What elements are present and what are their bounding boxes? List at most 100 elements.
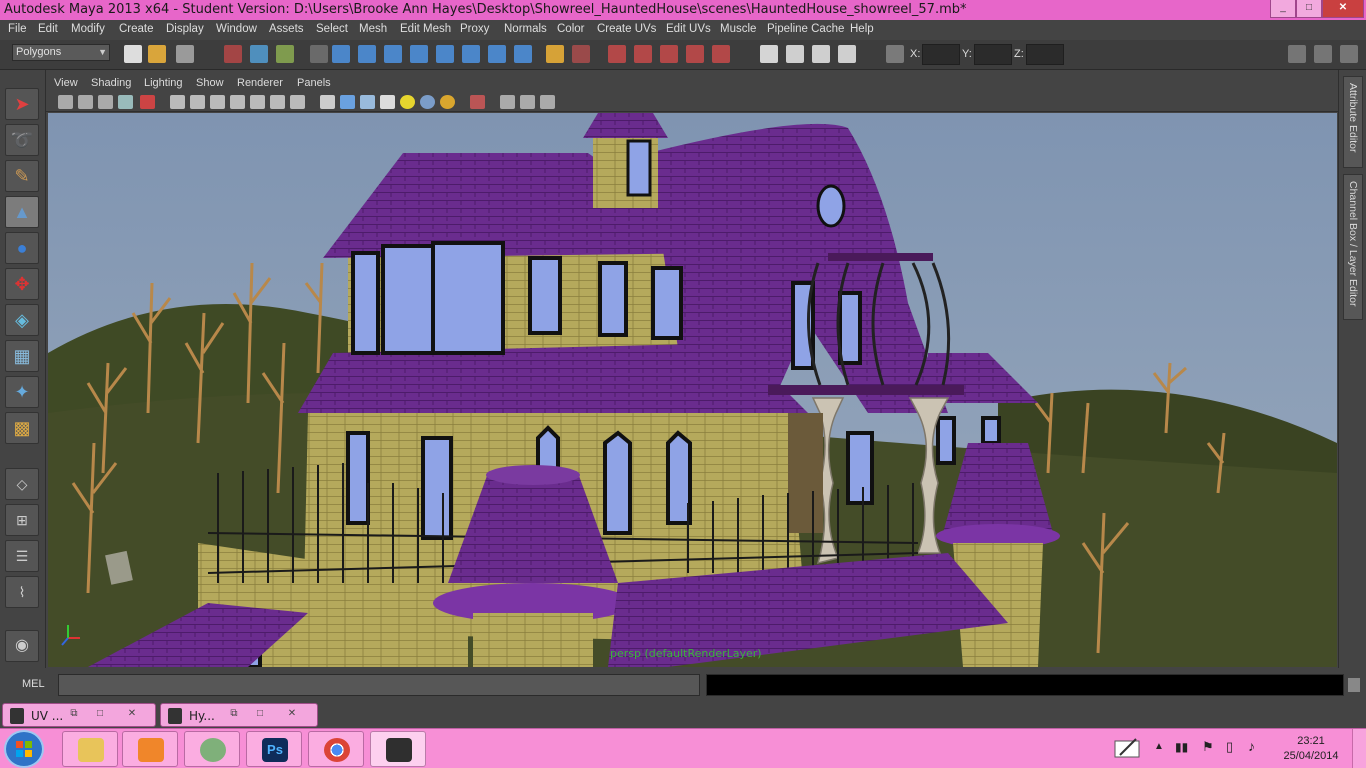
safe-action-icon[interactable] (270, 95, 285, 109)
menu-display[interactable]: Display (166, 23, 204, 35)
close-icon[interactable]: ✕ (283, 707, 301, 721)
close-button[interactable]: ✕ (1322, 0, 1364, 18)
pick-surfaces-icon[interactable] (410, 45, 428, 63)
menu-file[interactable]: File (8, 23, 27, 35)
highlight-selection-icon[interactable] (572, 45, 590, 63)
z-field[interactable] (1026, 44, 1064, 65)
shadows-icon[interactable] (420, 95, 435, 109)
tab-channel-box[interactable]: Channel Box / Layer Editor (1343, 174, 1363, 320)
isolate-select-icon[interactable] (470, 95, 485, 109)
layout-graph-persp[interactable]: ⌇ (5, 576, 39, 608)
image-plane-icon[interactable] (98, 95, 113, 109)
menu-mesh[interactable]: Mesh (359, 23, 387, 35)
menu-assets[interactable]: Assets (269, 23, 304, 35)
save-scene-icon[interactable] (176, 45, 194, 63)
pick-handles-icon[interactable] (332, 45, 350, 63)
minimize-button[interactable]: _ (1270, 0, 1296, 18)
panel-menu-view[interactable]: View (54, 77, 78, 89)
xray-active-icon[interactable] (540, 95, 555, 109)
restore-icon[interactable]: ⧉ (65, 707, 83, 721)
close-icon[interactable]: ✕ (123, 707, 141, 721)
select-object-icon[interactable] (250, 45, 268, 63)
camera-attributes-icon[interactable] (58, 95, 73, 109)
tab-attribute-editor[interactable]: Attribute Editor (1343, 76, 1363, 168)
minimized-window-hypershade[interactable]: Hy... ⧉ □ ✕ (160, 703, 318, 727)
menu-create[interactable]: Create (119, 23, 154, 35)
panel-menu-shading[interactable]: Shading (91, 77, 131, 89)
wireframe-on-shaded-icon[interactable] (360, 95, 375, 109)
menu-modify[interactable]: Modify (71, 23, 105, 35)
snap-point-icon[interactable] (660, 45, 678, 63)
select-hierarchy-icon[interactable] (224, 45, 242, 63)
maximize-icon[interactable]: □ (251, 707, 269, 721)
lock-selection-icon[interactable] (546, 45, 564, 63)
taskbar-media-center[interactable] (184, 731, 240, 767)
snap-grid-icon[interactable] (608, 45, 626, 63)
menu-edit-mesh[interactable]: Edit Mesh (400, 23, 451, 35)
pick-joints-icon[interactable] (358, 45, 376, 63)
pick-rendering-icon[interactable] (488, 45, 506, 63)
last-used-tool[interactable]: ▩ (5, 412, 39, 444)
pen-input-icon[interactable] (1112, 729, 1142, 768)
menu-select[interactable]: Select (316, 23, 348, 35)
menu-help[interactable]: Help (850, 23, 874, 35)
grease-pencil-icon[interactable] (140, 95, 155, 109)
move-tool[interactable]: ▲ (5, 196, 39, 228)
snap-curve-icon[interactable] (634, 45, 652, 63)
pick-misc-icon[interactable] (514, 45, 532, 63)
soft-mod-tool[interactable]: ▦ (5, 340, 39, 372)
menu-color[interactable]: Color (557, 23, 584, 35)
rotate-tool[interactable]: ● (5, 232, 39, 264)
panel-menu-panels[interactable]: Panels (297, 77, 331, 89)
menu-pipeline-cache[interactable]: Pipeline Cache (767, 23, 844, 35)
pick-curves-icon[interactable] (384, 45, 402, 63)
taskbar-media-player[interactable] (122, 731, 178, 767)
render-view-icon[interactable] (838, 45, 856, 63)
film-gate-icon[interactable] (190, 95, 205, 109)
input-line-icon[interactable] (886, 45, 904, 63)
smooth-shade-icon[interactable] (340, 95, 355, 109)
restore-icon[interactable]: ⧉ (225, 707, 243, 721)
use-all-lights-icon[interactable] (400, 95, 415, 109)
maximize-icon[interactable]: □ (91, 707, 109, 721)
taskbar-explorer[interactable] (62, 731, 118, 767)
command-input[interactable] (58, 674, 700, 696)
select-component-icon[interactable] (276, 45, 294, 63)
safe-title-icon[interactable] (290, 95, 305, 109)
snap-view-plane-icon[interactable] (686, 45, 704, 63)
script-editor-button[interactable] (1348, 678, 1360, 692)
paint-select-tool[interactable]: ✎ (5, 160, 39, 192)
taskbar-chrome[interactable] (308, 731, 364, 767)
y-field[interactable] (974, 44, 1012, 65)
camera-bookmark-icon[interactable] (78, 95, 93, 109)
render-frame-icon[interactable] (786, 45, 804, 63)
grid-icon[interactable] (170, 95, 185, 109)
lasso-tool[interactable]: ➰ (5, 124, 39, 156)
scale-tool[interactable]: ✥ (5, 268, 39, 300)
clock[interactable]: 23:21 25/04/2014 (1278, 734, 1344, 764)
textured-icon[interactable] (380, 95, 395, 109)
minimized-window-uv[interactable]: UV ... ⧉ □ ✕ (2, 703, 156, 727)
network-icon[interactable]: ▮▮ (1175, 740, 1188, 768)
layout-four-view[interactable]: ⊞ (5, 504, 39, 536)
layout-single-perspective[interactable]: ◇ (5, 468, 39, 500)
show-manipulator-tool[interactable]: ✦ (5, 376, 39, 408)
maximize-button[interactable]: □ (1296, 0, 1322, 18)
volume-icon[interactable]: ♪ (1248, 738, 1255, 768)
new-scene-icon[interactable] (124, 45, 142, 63)
panel-menu-lighting[interactable]: Lighting (144, 77, 183, 89)
x-field[interactable] (922, 44, 960, 65)
wireframe-icon[interactable] (320, 95, 335, 109)
two-d-pan-icon[interactable] (118, 95, 133, 109)
open-scene-icon[interactable] (148, 45, 166, 63)
start-button[interactable] (4, 730, 44, 768)
gate-mask-icon[interactable] (230, 95, 245, 109)
menu-muscle[interactable]: Muscle (720, 23, 756, 35)
menu-proxy[interactable]: Proxy (460, 23, 489, 35)
pick-deformers-icon[interactable] (436, 45, 454, 63)
show-channel-box-icon[interactable] (1340, 45, 1358, 63)
taskbar-maya[interactable] (370, 731, 426, 767)
taskbar-photoshop[interactable]: Ps (246, 731, 302, 767)
select-tool[interactable]: ➤ (5, 88, 39, 120)
show-desktop-button[interactable] (1352, 729, 1366, 768)
